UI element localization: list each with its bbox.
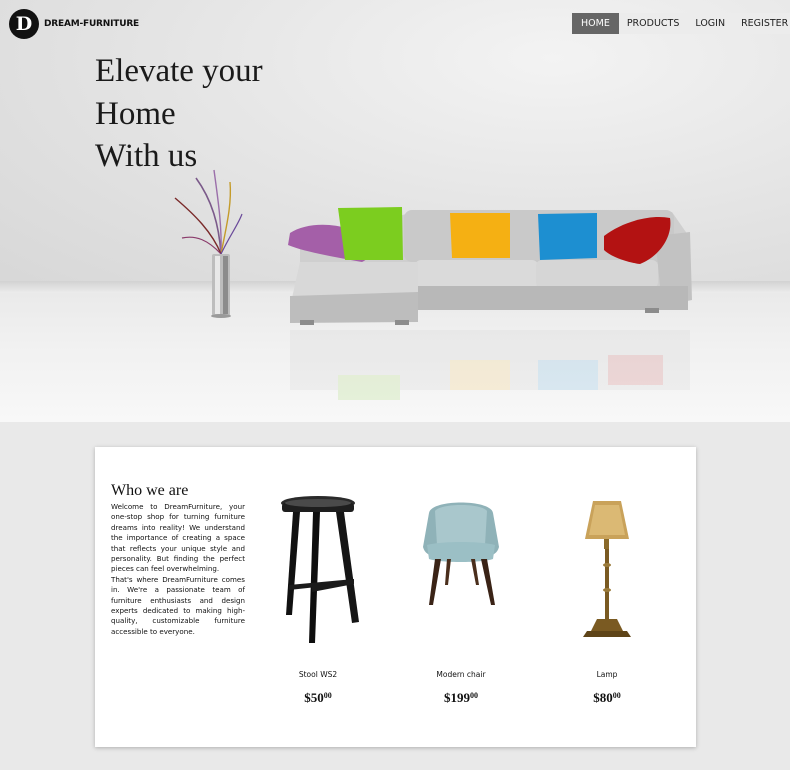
product-name: Modern chair	[436, 670, 486, 679]
about-section: Who we are Welcome to DreamFurniture, yo…	[111, 482, 245, 637]
chair-image[interactable]	[401, 495, 521, 645]
stool-image[interactable]	[258, 495, 378, 645]
nav-products-link[interactable]: PRODUCTS	[619, 13, 688, 34]
nav-home-link[interactable]: HOME	[572, 13, 619, 34]
about-body: Welcome to DreamFurniture, your one-stop…	[111, 502, 245, 574]
hero-headline: Elevate your Home With us	[95, 50, 263, 178]
main-nav: HOME PRODUCTS LOGIN REGISTER	[572, 13, 790, 34]
brand-logo-icon[interactable]: D	[9, 9, 39, 39]
hero-headline-line-3: With us	[95, 138, 198, 174]
product-card-lamp[interactable]: Lamp $8000	[547, 495, 667, 706]
product-price: $19900	[444, 690, 478, 705]
sofa-reflection	[290, 330, 690, 400]
product-price: $5000	[304, 690, 332, 705]
brand[interactable]: D DREAM-FURNITURE	[9, 9, 139, 39]
about-body-2: That's where DreamFurniture comes in. We…	[111, 574, 245, 636]
brand-name[interactable]: DREAM-FURNITURE	[44, 19, 139, 29]
product-card-stool[interactable]: Stool WS2 $5000	[258, 495, 378, 706]
content-card: Who we are Welcome to DreamFurniture, yo…	[95, 447, 696, 747]
about-title: Who we are	[111, 482, 189, 499]
hero-headline-line-2: Home	[95, 95, 176, 132]
nav-register-link[interactable]: REGISTER	[733, 13, 790, 34]
hero-headline-line-1: Elevate your	[95, 53, 263, 89]
sofa-illustration	[288, 207, 692, 325]
product-name: Stool WS2	[298, 670, 338, 679]
product-card-chair[interactable]: Modern chair $19900	[401, 495, 521, 706]
nav-login-link[interactable]: LOGIN	[687, 13, 733, 34]
product-name: Lamp	[596, 670, 618, 679]
product-price: $8000	[593, 690, 621, 705]
lamp-image[interactable]	[547, 495, 667, 645]
vase-illustration	[174, 169, 243, 318]
